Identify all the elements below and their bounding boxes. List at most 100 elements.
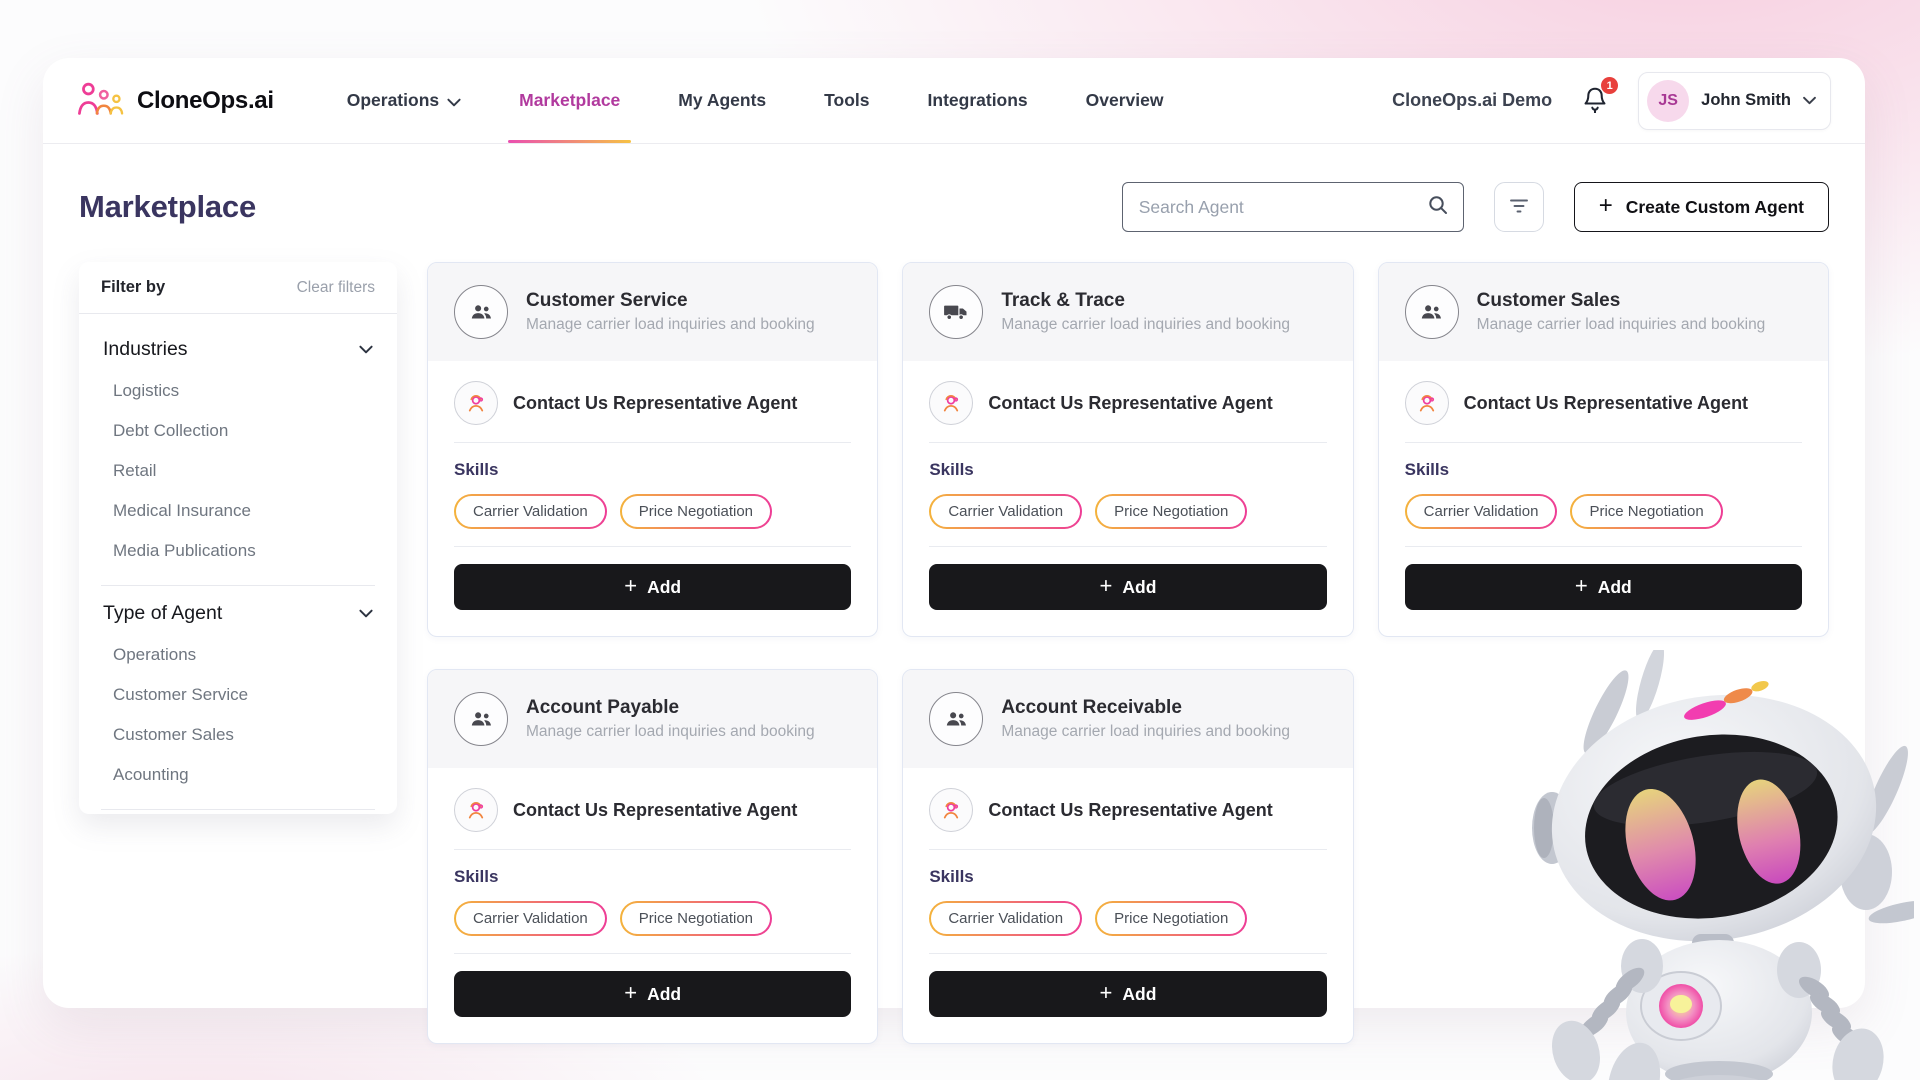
clear-filters-button[interactable]: Clear filters	[297, 279, 375, 297]
filter-option-customer-service[interactable]: Customer Service	[113, 675, 375, 715]
plus-icon: +	[624, 575, 637, 597]
agent-card-header: Track & Trace Manage carrier load inquir…	[903, 263, 1352, 361]
plus-icon: +	[1599, 194, 1613, 218]
filter-button[interactable]	[1494, 182, 1544, 232]
cloneops-logo-icon	[77, 78, 129, 123]
header-controls: + Create Custom Agent	[1122, 182, 1829, 232]
agent-card-account-payable: Account Payable Manage carrier load inqu…	[427, 669, 878, 1044]
search-box	[1122, 182, 1464, 232]
people-icon	[454, 692, 508, 746]
skill-pill-carrier-validation: Carrier Validation	[929, 901, 1082, 936]
filter-option-operations[interactable]: Operations	[113, 635, 375, 675]
filter-header: Filter by Clear filters	[79, 262, 397, 314]
user-menu[interactable]: JS John Smith	[1638, 72, 1831, 130]
agent-card-title: Customer Sales	[1477, 290, 1766, 312]
nav-item-label: Tools	[824, 90, 869, 111]
agent-card-body: Contact Us Representative Agent Skills C…	[428, 768, 877, 1043]
filter-options: OperationsCustomer ServiceCustomer Sales…	[101, 633, 375, 805]
create-custom-agent-button[interactable]: + Create Custom Agent	[1574, 182, 1829, 232]
skills-label: Skills	[929, 460, 1326, 480]
truck-icon	[929, 285, 983, 339]
workspace-name: CloneOps.ai Demo	[1392, 90, 1552, 111]
skills-label: Skills	[1405, 460, 1802, 480]
page-background: CloneOps.ai Operations MarketplaceMy Agen…	[0, 0, 1920, 1080]
people-icon	[454, 285, 508, 339]
nav-item-integrations[interactable]: Integrations	[899, 58, 1057, 143]
agent-card-body: Contact Us Representative Agent Skills C…	[903, 768, 1352, 1043]
agent-card-body: Contact Us Representative Agent Skills C…	[428, 361, 877, 636]
nav-item-operations[interactable]: Operations	[318, 58, 490, 143]
agent-row: Contact Us Representative Agent	[1405, 381, 1802, 425]
filter-options: LogisticsDebt CollectionRetailMedical In…	[101, 369, 375, 581]
agent-name: Contact Us Representative Agent	[1464, 393, 1748, 414]
nav-item-label: Overview	[1086, 90, 1164, 111]
nav-item-tools[interactable]: Tools	[795, 58, 898, 143]
plus-icon: +	[624, 982, 637, 1004]
brand-name: CloneOps.ai	[137, 87, 274, 115]
skills-label: Skills	[929, 867, 1326, 887]
chevron-down-icon	[1803, 92, 1816, 110]
filter-option-acounting[interactable]: Acounting	[113, 755, 375, 795]
agent-card-subtitle: Manage carrier load inquiries and bookin…	[1001, 316, 1290, 334]
agent-card-title: Account Receivable	[1001, 697, 1290, 719]
search-input[interactable]	[1139, 197, 1427, 218]
agent-name: Contact Us Representative Agent	[513, 800, 797, 821]
agent-card-customer-service: Customer Service Manage carrier load inq…	[427, 262, 878, 637]
navbar-right: CloneOps.ai Demo 1 JS John Smith	[1392, 72, 1831, 130]
skill-pill-price-negotiation: Price Negotiation	[620, 901, 772, 936]
filter-option-logistics[interactable]: Logistics	[113, 371, 375, 411]
skills-list: Carrier ValidationPrice Negotiation	[929, 494, 1326, 529]
filter-option-customer-sales[interactable]: Customer Sales	[113, 715, 375, 755]
agent-card-header: Customer Sales Manage carrier load inqui…	[1379, 263, 1828, 361]
filter-section-industries[interactable]: Industries	[101, 322, 375, 369]
agent-avatar-icon	[454, 788, 498, 832]
nav-item-label: Integrations	[928, 90, 1028, 111]
agent-card-title: Account Payable	[526, 697, 815, 719]
filter-option-retail[interactable]: Retail	[113, 451, 375, 491]
skills-label: Skills	[454, 867, 851, 887]
filter-option-media-publications[interactable]: Media Publications	[113, 531, 375, 571]
page-header: Marketplace	[43, 144, 1865, 262]
skills-label: Skills	[454, 460, 851, 480]
add-agent-button[interactable]: + Add	[454, 971, 851, 1017]
filter-sidebar: Filter by Clear filters IndustriesLogist…	[79, 262, 397, 814]
skill-pill-price-negotiation: Price Negotiation	[1095, 494, 1247, 529]
skill-pill-carrier-validation: Carrier Validation	[454, 901, 607, 936]
agent-avatar-icon	[1405, 381, 1449, 425]
agent-cards-grid: Customer Service Manage carrier load inq…	[427, 262, 1829, 1044]
add-agent-button[interactable]: + Add	[929, 971, 1326, 1017]
filter-option-medical-insurance[interactable]: Medical Insurance	[113, 491, 375, 531]
nav-item-label: Operations	[347, 90, 439, 111]
filter-option-debt-collection[interactable]: Debt Collection	[113, 411, 375, 451]
nav-item-overview[interactable]: Overview	[1057, 58, 1193, 143]
chevron-down-icon	[447, 91, 461, 112]
agent-avatar-icon	[929, 381, 973, 425]
brand-logo[interactable]: CloneOps.ai	[77, 78, 274, 123]
people-icon	[1405, 285, 1459, 339]
agent-card-title: Customer Service	[526, 290, 815, 312]
nav-item-my-agents[interactable]: My Agents	[649, 58, 795, 143]
agent-card-subtitle: Manage carrier load inquiries and bookin…	[526, 316, 815, 334]
user-name: John Smith	[1701, 91, 1791, 110]
plus-icon: +	[1100, 982, 1113, 1004]
skills-list: Carrier ValidationPrice Negotiation	[1405, 494, 1802, 529]
agent-name: Contact Us Representative Agent	[513, 393, 797, 414]
agent-row: Contact Us Representative Agent	[454, 788, 851, 832]
filter-section-type-of-agent[interactable]: Type of Agent	[101, 586, 375, 633]
skill-pill-price-negotiation: Price Negotiation	[620, 494, 772, 529]
user-avatar: JS	[1647, 80, 1689, 122]
notifications-button[interactable]: 1	[1578, 81, 1612, 120]
agent-name: Contact Us Representative Agent	[988, 393, 1272, 414]
add-agent-button[interactable]: + Add	[1405, 564, 1802, 610]
agent-card-subtitle: Manage carrier load inquiries and bookin…	[526, 723, 815, 741]
filter-body: IndustriesLogisticsDebt CollectionRetail…	[79, 314, 397, 814]
agent-card-header: Customer Service Manage carrier load inq…	[428, 263, 877, 361]
nav-item-marketplace[interactable]: Marketplace	[490, 58, 649, 143]
create-custom-agent-label: Create Custom Agent	[1626, 197, 1804, 218]
agent-card-customer-sales: Customer Sales Manage carrier load inqui…	[1378, 262, 1829, 637]
add-agent-button[interactable]: + Add	[929, 564, 1326, 610]
divider	[101, 809, 375, 810]
search-icon	[1427, 194, 1449, 221]
add-agent-button[interactable]: + Add	[454, 564, 851, 610]
agent-card-subtitle: Manage carrier load inquiries and bookin…	[1001, 723, 1290, 741]
